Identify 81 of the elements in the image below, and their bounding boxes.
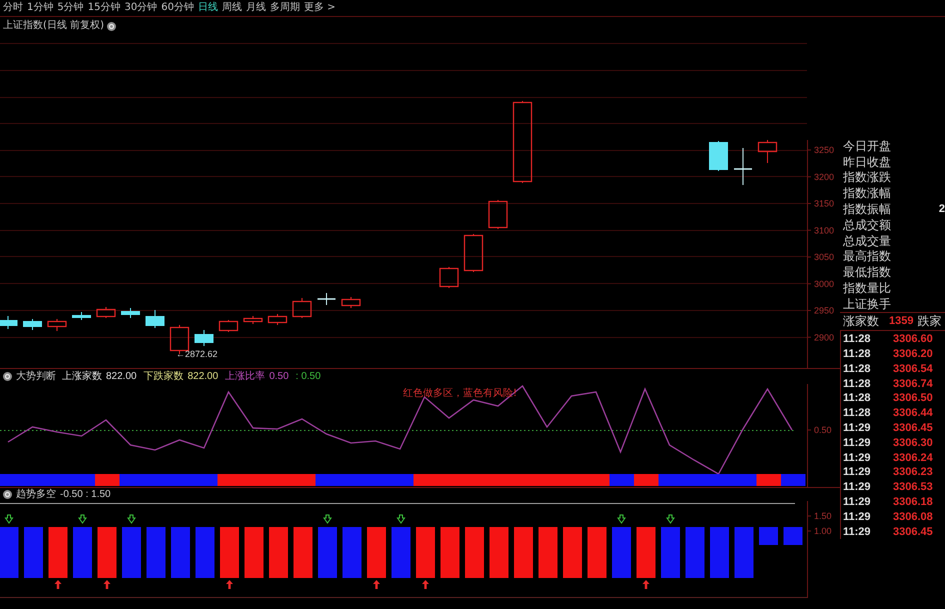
tick-time: 11:28	[843, 407, 872, 420]
chart-note: 红色做多区，蓝色有风险!	[403, 388, 518, 399]
price-tick-label: 3000	[814, 278, 834, 289]
legend-value: : 0.50	[296, 370, 321, 382]
tick-time: 11:28	[843, 392, 872, 404]
tick-time: 11:28	[843, 362, 872, 375]
field-label: 指数涨跌	[843, 170, 891, 184]
chart-title: 上证指数(日线 前复权)	[3, 20, 104, 32]
tick-price: 3306.20	[893, 348, 933, 360]
axis-tick-label: 1.00	[814, 526, 832, 536]
price-tick-label: 3150	[814, 198, 834, 208]
field-label: 最低指数	[843, 265, 891, 280]
tick-price: 3306.23	[893, 466, 933, 478]
field-label: 总成交量	[843, 234, 891, 248]
circle-icon	[3, 372, 12, 381]
tick-time: 11:29	[843, 496, 872, 508]
period-tab[interactable]: 多周期	[270, 2, 300, 14]
period-tab[interactable]: 60分钟	[161, 2, 194, 14]
tick-price: 3306.60	[893, 333, 933, 346]
field-label: 今日开盘	[843, 138, 891, 153]
tick-price: 3306.24	[893, 452, 933, 464]
legend-value: 0.50	[269, 370, 289, 382]
field-label: 指数涨幅	[843, 186, 891, 200]
legend-label: 上涨家数	[62, 370, 102, 382]
field-label: 指数振幅	[843, 202, 891, 216]
tick-time: 11:29	[843, 436, 872, 449]
tick-price: 3306.54	[893, 362, 933, 375]
legend-value: 822.00	[188, 370, 218, 382]
breadth-label: 涨家数	[843, 314, 879, 328]
tick-time: 11:29	[843, 422, 872, 434]
field-label: 总成交额	[843, 218, 891, 232]
indicator-params: -0.50 : 1.50	[60, 488, 111, 500]
period-tab[interactable]: 1分钟	[27, 2, 54, 14]
axis-tick-label: 0.50	[814, 425, 832, 435]
period-tab[interactable]: 15分钟	[88, 2, 120, 14]
tick-time: 11:29	[843, 452, 872, 464]
period-tab[interactable]: 月线	[246, 2, 266, 14]
tick-price: 3306.53	[893, 481, 933, 494]
tick-price: 3306.18	[893, 496, 933, 508]
legend-label: 上涨比率	[225, 370, 266, 382]
tick-price: 3306.45	[893, 526, 933, 538]
price-tick-label: 2900	[814, 332, 834, 342]
tick-time: 11:29	[843, 526, 872, 538]
tick-time: 11:28	[843, 333, 872, 346]
tick-time: 11:29	[843, 481, 872, 494]
tick-price: 3306.50	[893, 392, 933, 404]
low-price-label: ←2872.62	[176, 349, 218, 359]
tick-price: 3306.08	[893, 510, 933, 523]
legend-value: 822.00	[106, 370, 137, 382]
price-tick-label: 3050	[814, 252, 834, 262]
tick-price: 3306.74	[893, 378, 933, 390]
field-label: 昨日收盘	[843, 154, 891, 169]
field-label: 指数量比	[843, 281, 891, 296]
tick-price: 3306.30	[893, 436, 933, 449]
price-tick-label: 3250	[814, 145, 834, 155]
circle-icon	[106, 22, 116, 30]
breadth-count: 1359	[889, 315, 914, 328]
price-tick-label: 3200	[814, 172, 834, 182]
legend-label: 下跌家数	[144, 370, 184, 382]
breadth-label: 跌家	[917, 314, 942, 328]
tick-time: 11:28	[843, 378, 872, 390]
tick-time: 11:29	[843, 466, 872, 478]
tick-price: 3306.45	[893, 422, 933, 434]
price-tick-label: 2950	[814, 306, 834, 316]
price-tick-label: 3100	[814, 225, 834, 236]
period-tab[interactable]: 日线	[198, 2, 218, 14]
field-value: 2	[938, 203, 945, 216]
field-label: 上证换手	[843, 296, 891, 311]
field-label: 最高指数	[843, 249, 891, 264]
tick-time: 11:28	[843, 348, 872, 360]
period-tab[interactable]: 分时	[3, 2, 23, 14]
tick-price: 3306.44	[893, 407, 933, 420]
tick-time: 11:29	[843, 510, 872, 523]
period-tab[interactable]: 30分钟	[124, 2, 158, 14]
indicator-name: 趋势多空	[16, 488, 56, 500]
indicator-name: 大势判断	[16, 370, 56, 382]
circle-icon	[3, 490, 12, 499]
period-tab[interactable]: 更多 >	[304, 2, 336, 14]
period-tab[interactable]: 5分钟	[57, 2, 84, 14]
period-tab[interactable]: 周线	[222, 2, 242, 14]
axis-tick-label: 1.50	[814, 511, 832, 521]
